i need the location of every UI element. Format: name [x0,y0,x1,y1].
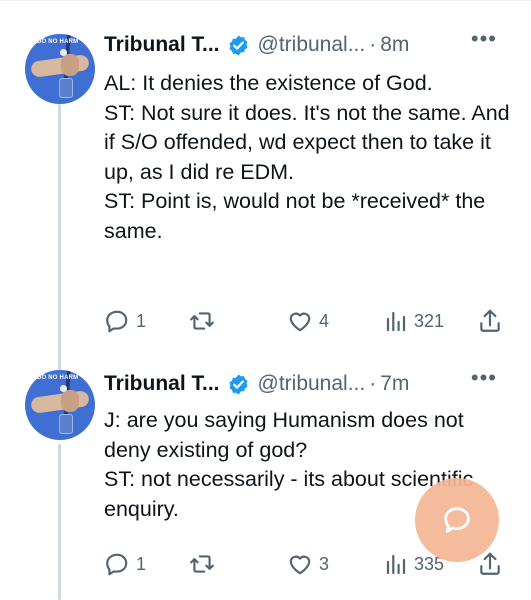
author-name[interactable]: Tribunal T... [104,33,220,57]
verified-badge-icon [227,34,250,57]
like-button[interactable]: 4 [287,305,329,337]
avatar-badge [59,78,73,98]
views-chart-icon [386,311,406,332]
retweet-button[interactable] [188,305,216,337]
avatar-shirt-text: DO NO HARM [37,375,79,381]
author-handle[interactable]: @tribunal... [258,33,366,57]
more-dots-icon[interactable]: ••• [471,365,497,391]
separator-dot: · [369,372,377,395]
thread-connector [58,104,61,372]
retweet-icon [190,312,214,330]
author-name[interactable]: Tribunal T... [104,372,220,396]
author-handle[interactable]: @tribunal... [258,372,366,396]
reply-button[interactable]: 1 [104,548,146,580]
tweet-header: Tribunal T... @tribunal... · 7m ••• [104,365,514,401]
avatar-arm [30,54,90,78]
tweet-text: AL: It denies the existence of God. ST: … [104,71,510,243]
top-divider [0,0,531,1]
heart-icon [289,555,311,575]
separator-dot: · [369,33,377,56]
reply-icon [106,553,128,576]
avatar-hand [61,390,79,412]
compose-chat-icon [444,507,470,533]
heart-icon [289,312,311,332]
reply-button[interactable]: 1 [104,305,146,337]
reply-count: 1 [136,310,147,331]
share-button[interactable] [477,305,503,337]
avatar-badge [59,414,73,434]
like-count: 4 [319,310,330,331]
retweet-icon [190,555,214,573]
verified-badge-icon [227,373,250,396]
avatar-pin [60,385,67,392]
views-chart-icon [386,554,406,575]
share-icon [480,309,500,332]
tweet-actions: 1 4 321 [104,305,508,337]
reply-icon [106,310,128,333]
timestamp[interactable]: 7m [380,372,409,396]
avatar[interactable]: DO NO HARM [25,370,95,440]
avatar[interactable]: DO NO HARM [25,34,95,104]
avatar-pin [60,49,67,56]
thread-connector [58,444,61,600]
avatar-shirt-text: DO NO HARM [37,39,79,45]
views-button[interactable]: 321 [384,305,444,337]
retweet-button[interactable] [188,548,216,580]
avatar-hand [61,54,79,76]
tweet-header: Tribunal T... @tribunal... · 8m ••• [104,26,514,62]
like-count: 3 [319,553,330,574]
share-icon [480,552,500,575]
views-count: 321 [414,310,445,331]
more-dots-icon[interactable]: ••• [471,26,497,52]
compose-fab-button[interactable] [415,478,499,562]
reply-count: 1 [136,553,147,574]
like-button[interactable]: 3 [287,548,329,580]
timestamp[interactable]: 8m [380,33,409,57]
avatar-arm [30,390,90,414]
